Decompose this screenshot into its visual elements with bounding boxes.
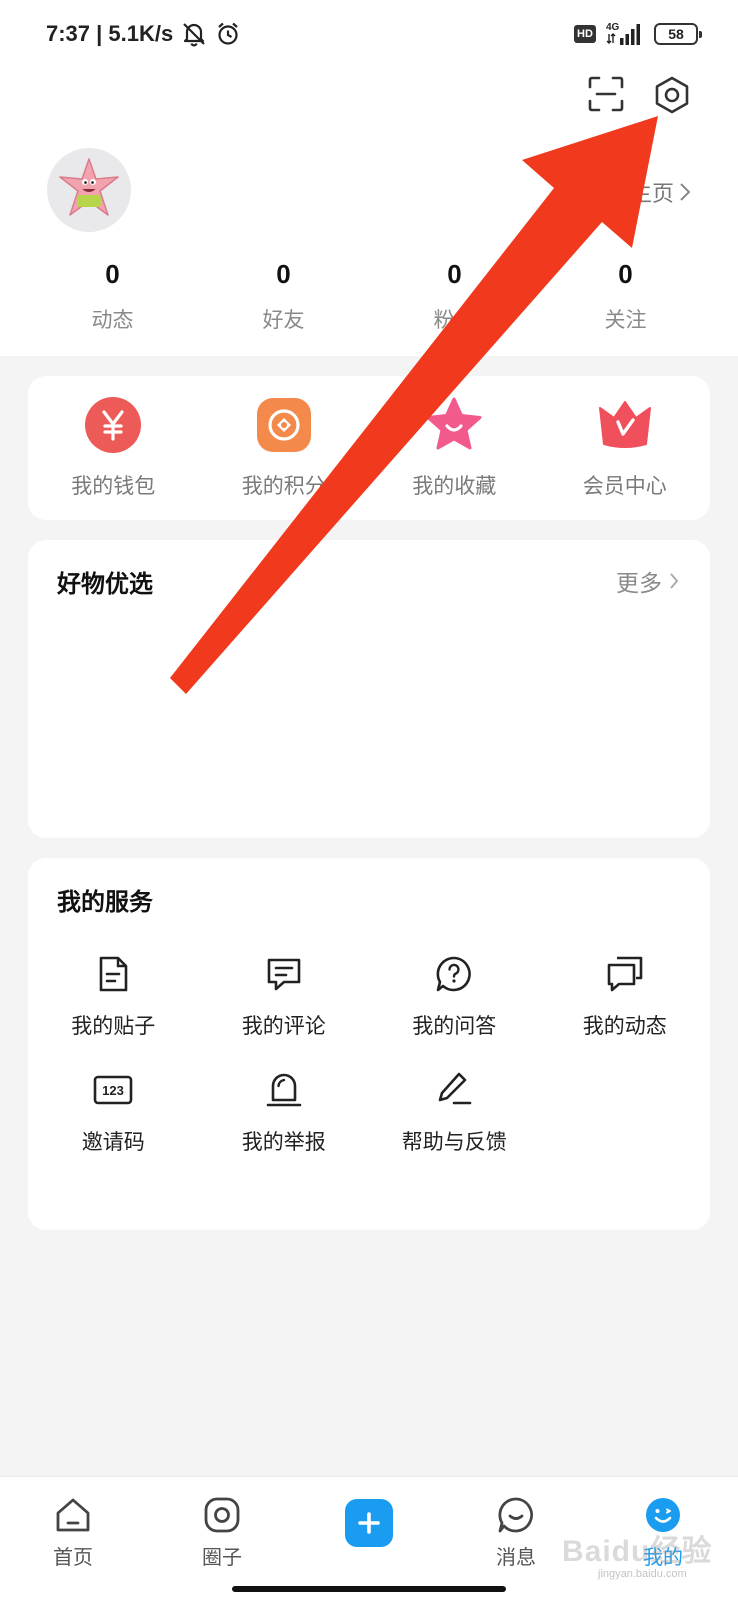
mute-bell-icon bbox=[183, 23, 206, 47]
stat-fans[interactable]: 0 粉丝 bbox=[369, 258, 540, 334]
quick-item-favorites[interactable]: 我的收藏 bbox=[369, 376, 540, 520]
service-my-comments[interactable]: 我的评论 bbox=[199, 954, 370, 1040]
service-label: 我的问答 bbox=[412, 1014, 497, 1038]
invite-code-123-icon: 123 bbox=[93, 1070, 133, 1110]
profile-stats: 0 动态 0 好友 0 粉丝 0 关注 bbox=[27, 258, 711, 334]
homepage-link[interactable]: 主页 bbox=[630, 176, 692, 208]
settings-hexagon-icon bbox=[655, 76, 689, 114]
chevron-right-icon bbox=[680, 183, 691, 201]
service-my-posts[interactable]: 我的贴子 bbox=[28, 954, 199, 1040]
nav-label: 圈子 bbox=[202, 1545, 242, 1569]
comment-icon bbox=[264, 954, 304, 994]
goods-more-link[interactable]: 更多 bbox=[616, 564, 680, 598]
stat-value: 0 bbox=[276, 259, 291, 289]
service-label: 我的动态 bbox=[582, 1014, 667, 1038]
nav-messages[interactable]: 消息 bbox=[461, 1495, 571, 1570]
nav-circle[interactable]: 圈子 bbox=[167, 1495, 277, 1570]
status-bar-right: HD 4G 58 bbox=[574, 18, 702, 50]
nav-home[interactable]: 首页 bbox=[18, 1495, 128, 1570]
stat-value: 0 bbox=[105, 259, 120, 289]
quick-item-label: 会员中心 bbox=[582, 474, 667, 498]
battery-indicator: 58 bbox=[654, 23, 702, 45]
hd-badge: HD bbox=[574, 25, 596, 43]
document-icon bbox=[93, 954, 133, 994]
wallet-yen-icon bbox=[84, 396, 142, 454]
stat-value: 0 bbox=[618, 259, 633, 289]
status-time-speed: 7:37 | 5.1K/s bbox=[46, 21, 174, 46]
services-title: 我的服务 bbox=[57, 888, 153, 916]
favorite-star-icon bbox=[425, 396, 483, 454]
service-help-feedback[interactable]: 帮助与反馈 bbox=[369, 1070, 540, 1156]
add-post-button[interactable] bbox=[345, 1499, 393, 1547]
stat-label: 关注 bbox=[604, 308, 647, 332]
network-type: 4G bbox=[606, 22, 620, 33]
status-bar-left: 7:37 | 5.1K/s bbox=[46, 18, 241, 50]
quick-item-wallet[interactable]: 我的钱包 bbox=[28, 376, 199, 520]
feedback-pen-icon bbox=[434, 1070, 474, 1110]
homepage-link-label: 主页 bbox=[629, 182, 674, 207]
goods-card: 好物优选 更多 bbox=[28, 540, 710, 838]
stat-label: 好友 bbox=[262, 308, 305, 332]
service-grid: 我的贴子 我的评论 我的问答 我的动态 123 邀请码 我的举报 帮助与反馈 bbox=[28, 954, 710, 1156]
service-my-dynamics[interactable]: 我的动态 bbox=[540, 954, 711, 1040]
svg-text:123: 123 bbox=[102, 1083, 124, 1098]
stat-following[interactable]: 0 关注 bbox=[540, 258, 711, 334]
scan-button[interactable] bbox=[588, 76, 624, 112]
service-label: 我的评论 bbox=[241, 1014, 326, 1038]
stat-value: 0 bbox=[447, 259, 462, 289]
circle-icon bbox=[202, 1495, 242, 1535]
nav-label: 首页 bbox=[53, 1545, 93, 1569]
service-label: 帮助与反馈 bbox=[401, 1130, 507, 1154]
quick-item-label: 我的积分 bbox=[241, 474, 326, 498]
quick-item-label: 我的钱包 bbox=[71, 474, 156, 498]
service-my-qa[interactable]: 我的问答 bbox=[369, 954, 540, 1040]
quick-item-label: 我的收藏 bbox=[412, 474, 497, 498]
stat-label: 粉丝 bbox=[433, 308, 476, 332]
goods-title: 好物优选 bbox=[57, 570, 153, 598]
dynamic-chat-icon bbox=[605, 954, 645, 994]
service-my-reports[interactable]: 我的举报 bbox=[199, 1070, 370, 1156]
more-label: 更多 bbox=[616, 571, 662, 597]
vip-crown-icon bbox=[596, 396, 654, 454]
home-icon bbox=[53, 1495, 93, 1535]
baidu-watermark-url: jingyan.baidu.com bbox=[598, 1568, 687, 1580]
points-coin-icon bbox=[255, 396, 313, 454]
avatar[interactable] bbox=[47, 148, 131, 232]
settings-button[interactable] bbox=[654, 76, 690, 114]
nav-label: 消息 bbox=[496, 1545, 536, 1569]
battery-level: 58 bbox=[668, 26, 684, 42]
service-invite-code[interactable]: 123 邀请码 bbox=[28, 1070, 199, 1156]
quick-actions-card: 我的钱包 我的积分 我的收藏 会员中心 bbox=[28, 376, 710, 520]
quick-item-points[interactable]: 我的积分 bbox=[199, 376, 370, 520]
signal-icon: 4G bbox=[606, 22, 640, 45]
chevron-right-icon bbox=[670, 573, 679, 589]
service-label: 我的举报 bbox=[241, 1130, 326, 1154]
add-plus-icon bbox=[358, 1512, 380, 1534]
question-bubble-icon bbox=[434, 954, 474, 994]
stat-label: 动态 bbox=[91, 308, 134, 332]
stat-friends[interactable]: 0 好友 bbox=[198, 258, 369, 334]
home-indicator bbox=[232, 1586, 506, 1592]
report-alarm-icon bbox=[264, 1070, 304, 1110]
service-label: 我的贴子 bbox=[71, 1014, 156, 1038]
quick-item-vip[interactable]: 会员中心 bbox=[540, 376, 711, 520]
message-icon bbox=[496, 1495, 536, 1535]
service-label: 邀请码 bbox=[81, 1130, 145, 1154]
baidu-watermark: Baidu经验 bbox=[562, 1535, 713, 1568]
services-card: 我的服务 我的贴子 我的评论 我的问答 我的动态 123 邀请码 我的举报 帮助… bbox=[28, 858, 710, 1230]
alarm-icon bbox=[218, 22, 238, 45]
scan-icon bbox=[588, 76, 624, 112]
stat-posts[interactable]: 0 动态 bbox=[27, 258, 198, 334]
patrick-star-avatar bbox=[59, 158, 119, 216]
